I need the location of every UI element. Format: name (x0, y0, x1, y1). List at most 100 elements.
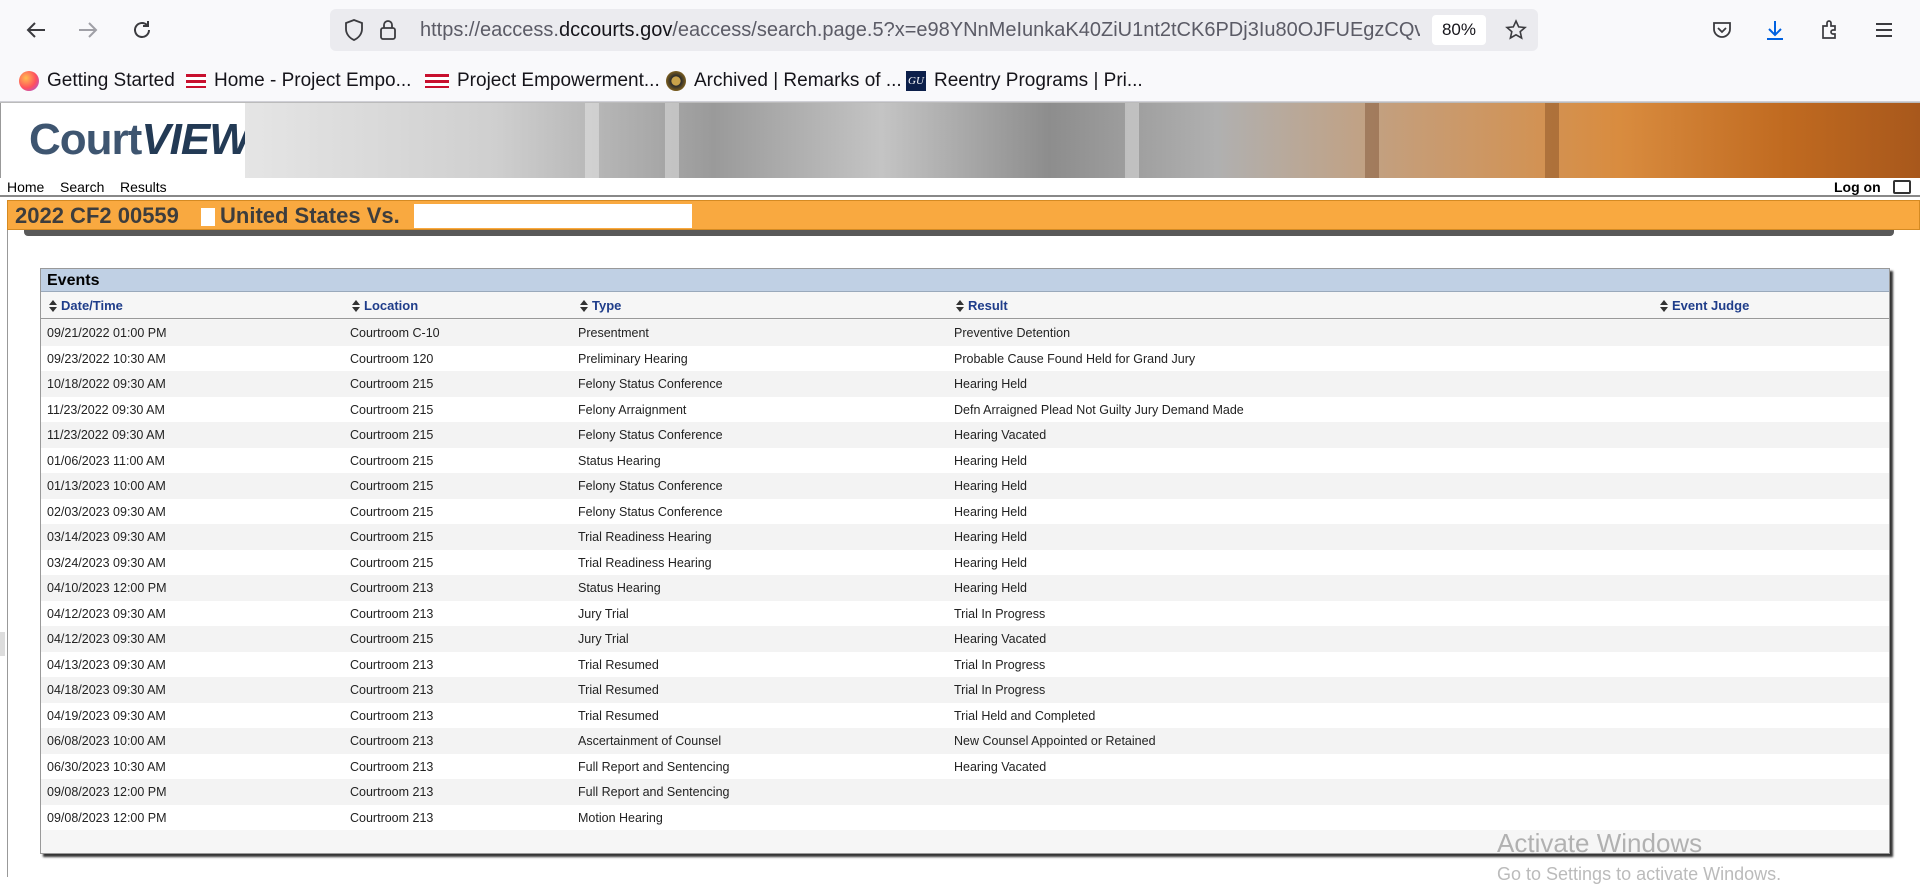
table-cell: Felony Status Conference (578, 504, 723, 519)
table-cell: 09/23/2022 10:30 AM (47, 351, 166, 366)
bookmark-reentry-programs[interactable]: GU Reentry Programs | Pri... (906, 68, 1143, 94)
shield-icon[interactable] (342, 18, 366, 42)
bookmark-getting-started[interactable]: Getting Started (19, 68, 175, 94)
zoom-level-button[interactable]: 80% (1431, 15, 1486, 45)
table-cell: New Counsel Appointed or Retained (954, 734, 1156, 748)
reload-button[interactable] (124, 12, 160, 48)
extensions-button[interactable] (1812, 12, 1848, 48)
side-grip-handle[interactable] (0, 632, 5, 656)
bookmark-archived-remarks[interactable]: Archived | Remarks of ... (666, 68, 902, 94)
table-cell: Status Hearing (578, 453, 661, 468)
table-row: 09/08/2023 12:00 PM Courtroom 213 Full Rep… (41, 779, 1889, 805)
gu-icon: GU (906, 71, 926, 91)
table-cell: Hearing Vacated (954, 759, 1047, 774)
sort-icon (49, 299, 57, 312)
table-cell: Courtroom 213 (350, 708, 434, 723)
bookmark-project-empowerment[interactable]: Project Empowerment... (425, 68, 660, 94)
table-cell: 03/24/2023 09:30 AM (47, 555, 166, 570)
lock-icon[interactable] (376, 18, 400, 42)
bookmarks-toolbar: Getting Started Home - Project Empo... P… (0, 60, 1920, 102)
back-arrow-icon (26, 22, 45, 38)
table-row: 01/06/2023 11:00 AM Courtroom 215 Status H… (41, 447, 1889, 473)
table-cell: Ascertainment of Counsel (578, 734, 722, 748)
flag-icon (186, 74, 206, 88)
table-cell: Hearing Held (954, 504, 1027, 519)
table-cell: Courtroom 215 (350, 504, 434, 519)
table-row: 04/13/2023 09:30 AM Courtroom 213 Trial Re… (41, 651, 1889, 677)
table-cell: Defn Arraigned Plead Not Guilty Jury Dem… (954, 402, 1244, 417)
table-row: 04/18/2023 09:30 AM Courtroom 213 Trial Re… (41, 677, 1889, 703)
table-cell: 01/06/2023 11:00 AM (47, 453, 165, 468)
log-on-link[interactable]: Log on (1834, 179, 1881, 195)
table-cell: Courtroom 215 (350, 453, 434, 468)
events-header: Events (41, 269, 1889, 292)
events-table-body: 09/21/2022 01:00 PM Courtroom C-10 Present… (41, 320, 1889, 830)
table-row: 04/12/2023 09:30 AM Courtroom 213 Jury Tri… (41, 600, 1889, 626)
table-cell: Hearing Held (954, 555, 1027, 570)
table-cell: Felony Arraignment (578, 402, 687, 417)
table-row: 04/19/2023 09:30 AM Courtroom 213 Trial Re… (41, 702, 1889, 728)
table-row: 09/21/2022 01:00 PM Courtroom C-10 Present… (41, 320, 1889, 346)
nav-search-link[interactable]: Search (60, 179, 104, 195)
table-cell: Felony Status Conference (578, 479, 723, 493)
redaction-box (414, 204, 692, 228)
table-cell: Courtroom 213 (350, 657, 434, 672)
table-cell: Courtroom 213 (350, 785, 434, 799)
table-cell: 04/12/2023 09:30 AM (47, 606, 166, 621)
table-cell: 10/18/2022 09:30 AM (47, 377, 166, 391)
table-cell: Courtroom 213 (350, 734, 434, 748)
events-panel: Events Date/Time Location Type Result Ev… (40, 268, 1890, 854)
url-text[interactable]: https://eaccess.dccourts.gov/eaccess/sea… (420, 19, 1420, 42)
flag-icon (425, 74, 449, 88)
forward-arrow-icon (79, 22, 98, 38)
column-header-result[interactable]: Result (956, 294, 1008, 317)
column-header-event-judge[interactable]: Event Judge (1660, 294, 1749, 317)
courtview-logo[interactable]: CourtVIEW (0, 103, 251, 178)
column-header-date-time[interactable]: Date/Time (49, 294, 123, 317)
pocket-button[interactable] (1704, 12, 1740, 48)
table-cell: Full Report and Sentencing (578, 759, 730, 774)
table-cell: 02/03/2023 09:30 AM (47, 504, 166, 519)
table-cell: 03/14/2023 09:30 AM (47, 530, 166, 544)
table-cell: Courtroom C-10 (350, 326, 440, 340)
print-icon[interactable] (1893, 180, 1911, 194)
bookmark-home-project[interactable]: Home - Project Empo... (186, 68, 411, 94)
sort-icon (956, 299, 964, 312)
column-header-location[interactable]: Location (352, 294, 418, 317)
table-cell: Trial Resumed (578, 683, 659, 697)
table-cell: Courtroom 215 (350, 428, 434, 442)
nav-results-link[interactable]: Results (120, 179, 167, 195)
table-cell: Motion Hearing (578, 810, 663, 825)
sort-icon (580, 299, 588, 312)
table-cell: Hearing Held (954, 581, 1027, 595)
table-row: 02/03/2023 09:30 AM Courtroom 215 Felony S… (41, 498, 1889, 524)
table-cell: Hearing Vacated (954, 632, 1047, 646)
bookmark-star-icon[interactable] (1504, 18, 1528, 42)
nav-home-link[interactable]: Home (7, 179, 44, 195)
table-cell: Hearing Held (954, 377, 1027, 391)
menu-button[interactable] (1866, 12, 1902, 48)
windows-watermark: Activate Windows (1497, 828, 1703, 858)
url-bar[interactable]: https://eaccess.dccourts.gov/eaccess/sea… (330, 9, 1538, 51)
forward-button[interactable] (70, 12, 106, 48)
panel-shadow (24, 230, 1894, 236)
table-row: 09/08/2023 12:00 PM Courtroom 213 Motion H… (41, 804, 1889, 830)
table-cell: Trial In Progress (954, 606, 1046, 621)
table-row: 11/23/2022 09:30 AM Courtroom 215 Felony A… (41, 396, 1889, 422)
downloads-button[interactable] (1757, 12, 1793, 48)
table-cell: Trial Readiness Hearing (578, 555, 712, 570)
table-cell: Courtroom 215 (350, 530, 434, 544)
column-header-type[interactable]: Type (580, 294, 621, 317)
table-cell: Trial Resumed (578, 657, 659, 672)
case-parties: United States Vs. (220, 203, 400, 228)
table-cell: Trial In Progress (954, 657, 1046, 672)
table-cell: Preventive Detention (954, 326, 1071, 340)
table-cell: Felony Status Conference (578, 428, 723, 442)
table-cell: Trial Held and Completed (954, 708, 1096, 723)
back-button[interactable] (18, 12, 54, 48)
table-cell: Courtroom 213 (350, 606, 434, 621)
table-cell: 11/23/2022 09:30 AM (47, 428, 165, 442)
table-cell: Presentment (578, 326, 649, 340)
table-cell: Courtroom 215 (350, 377, 434, 391)
table-cell: 11/23/2022 09:30 AM (47, 402, 165, 417)
